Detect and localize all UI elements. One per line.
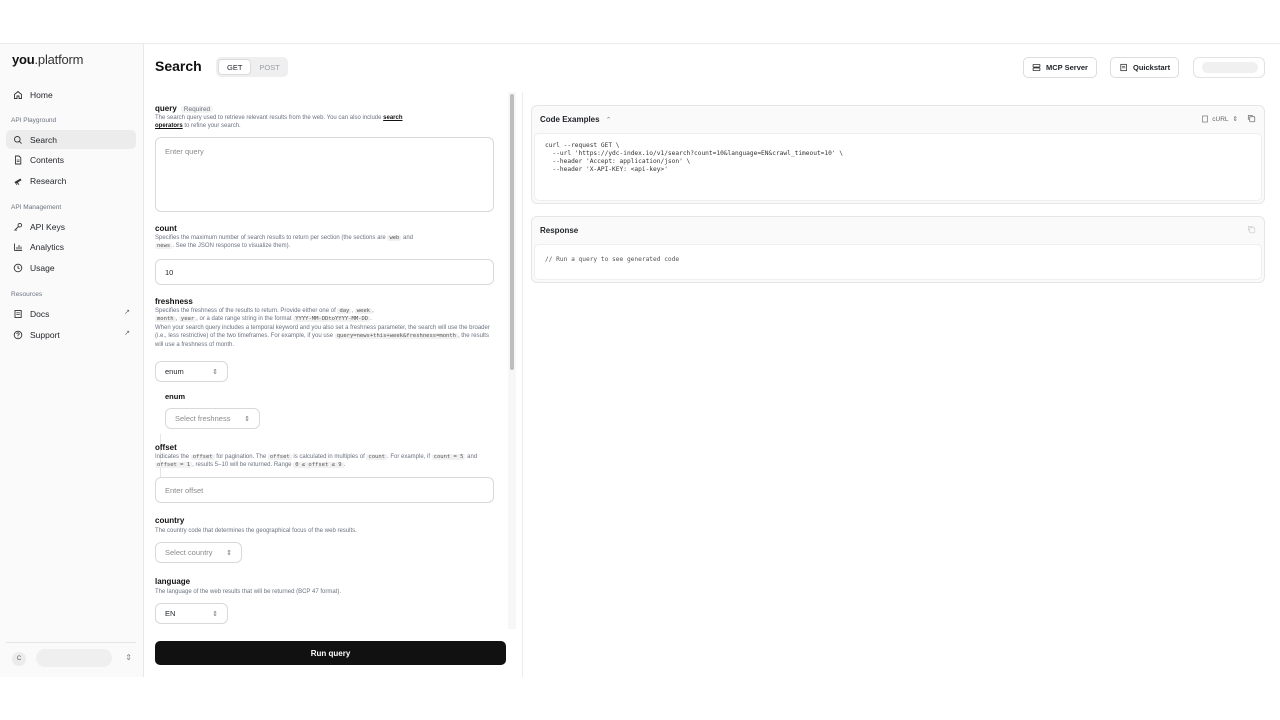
sidebar-item-research[interactable]: Research xyxy=(6,171,136,190)
clock-icon xyxy=(12,262,24,274)
sidebar-item-contents[interactable]: Contents xyxy=(6,150,136,169)
required-badge: Required xyxy=(180,106,214,113)
section-label-playground: API Playground xyxy=(11,117,57,124)
sidebar-item-home[interactable]: Home xyxy=(6,85,136,104)
freshness-description: Specifies the freshness of the results t… xyxy=(155,308,490,348)
chevron-updown-icon: ⇕ xyxy=(244,415,250,423)
sidebar-item-docs[interactable]: Docs ↗ xyxy=(6,304,136,323)
chevron-updown-icon: ⇕ xyxy=(212,610,218,618)
sidebar-item-label: Home xyxy=(30,89,53,100)
mcp-server-button[interactable]: MCP Server xyxy=(1023,57,1097,78)
country-label: country xyxy=(155,516,185,525)
freshness-type-select[interactable]: enum ⇕ xyxy=(155,361,228,382)
method-post-button[interactable]: POST xyxy=(251,59,287,75)
home-icon xyxy=(12,89,24,101)
sidebar-item-search[interactable]: Search xyxy=(6,130,136,149)
chevron-updown-icon: ⇕ xyxy=(125,653,132,662)
bar-chart-icon xyxy=(12,241,24,253)
sidebar-item-api-keys[interactable]: API Keys xyxy=(6,217,136,236)
sidebar: you.platform Home API Playground Search … xyxy=(0,44,144,677)
page-title: Search xyxy=(155,58,202,74)
sidebar-item-label: Search xyxy=(30,134,57,145)
sidebar-item-label: Support xyxy=(30,329,60,340)
document-icon xyxy=(12,154,24,166)
section-label-management: API Management xyxy=(11,204,62,211)
help-circle-icon xyxy=(12,329,24,341)
copy-icon xyxy=(1247,225,1256,236)
response-block: // Run a query to see generated code xyxy=(534,244,1262,280)
logo[interactable]: you.platform xyxy=(12,52,83,67)
country-select[interactable]: Select country ⇕ xyxy=(155,542,242,563)
offset-label: offset xyxy=(155,443,177,452)
offset-input[interactable]: Enter offset xyxy=(155,477,494,503)
main-content: Search GET POST MCP Server Quickstart qu… xyxy=(144,44,1280,677)
telescope-icon xyxy=(12,175,24,187)
sidebar-item-label: Analytics xyxy=(30,241,65,252)
search-icon xyxy=(12,134,24,146)
country-description: The country code that determines the geo… xyxy=(155,528,357,534)
enum-label: enum xyxy=(165,392,186,401)
key-icon xyxy=(12,221,24,233)
account-button-redacted[interactable] xyxy=(1193,57,1265,78)
response-panel: Response // Run a query to see generated… xyxy=(531,216,1265,283)
sidebar-item-label: API Keys xyxy=(30,221,65,232)
query-description: The search query used to retrieve releva… xyxy=(155,115,403,130)
sidebar-item-label: Contents xyxy=(30,154,65,165)
query-input[interactable]: Enter query xyxy=(155,137,494,212)
form-scrollbar[interactable] xyxy=(510,94,514,370)
response-header: Response xyxy=(540,226,579,235)
chevron-updown-icon: ⇕ xyxy=(226,549,232,557)
count-input[interactable]: 10 xyxy=(155,259,494,285)
run-query-button[interactable]: Run query xyxy=(155,641,506,665)
user-name-redacted xyxy=(36,649,112,667)
panel-divider[interactable] xyxy=(522,92,523,677)
sidebar-item-label: Usage xyxy=(30,262,55,273)
offset-description: Indicates the offset for pagination. The… xyxy=(155,454,478,469)
server-icon xyxy=(1032,63,1041,72)
chevron-up-icon[interactable]: ⌃ xyxy=(606,116,612,124)
code-language-select[interactable]: cURL ⇕ xyxy=(1201,115,1238,123)
sidebar-item-label: Research xyxy=(30,175,67,186)
external-link-icon: ↗ xyxy=(124,309,130,316)
app-window: you.platform Home API Playground Search … xyxy=(0,43,1280,677)
freshness-label: freshness xyxy=(155,297,193,306)
avatar: C xyxy=(12,652,26,666)
file-code-icon xyxy=(1202,115,1209,123)
book-icon xyxy=(12,308,24,320)
method-toggle: GET POST xyxy=(216,57,288,77)
chevron-updown-icon: ⇕ xyxy=(212,368,218,376)
search-operators-link[interactable]: search xyxy=(383,115,402,121)
query-label: query Required xyxy=(155,104,214,113)
count-label: count xyxy=(155,224,177,233)
sidebar-item-analytics[interactable]: Analytics xyxy=(6,237,136,256)
code-example-block: curl --request GET \ --url 'https://ydc-… xyxy=(534,133,1262,201)
method-get-button[interactable]: GET xyxy=(218,59,252,75)
language-label: language xyxy=(155,577,191,586)
book-icon xyxy=(1119,63,1128,72)
copy-icon[interactable] xyxy=(1247,114,1256,125)
code-examples-panel: Code Examples ⌃ cURL ⇕ curl --request GET … xyxy=(531,105,1265,204)
quickstart-button[interactable]: Quickstart xyxy=(1110,57,1180,78)
sidebar-item-support[interactable]: Support ↗ xyxy=(6,325,136,344)
sidebar-item-label: Docs xyxy=(30,308,50,319)
language-select[interactable]: EN ⇕ xyxy=(155,603,228,624)
user-menu[interactable]: C ⇕ xyxy=(6,642,136,670)
code-examples-header[interactable]: Code Examples ⌃ xyxy=(532,106,1264,133)
count-description: Specifies the maximum number of search r… xyxy=(155,235,414,250)
search-operators-link-2[interactable]: operators xyxy=(155,123,183,129)
parameters-form: query Required The search query used to r… xyxy=(144,92,516,629)
external-link-icon: ↗ xyxy=(124,330,130,337)
sidebar-item-usage[interactable]: Usage xyxy=(6,258,136,277)
language-description: The language of the web results that wil… xyxy=(155,589,341,595)
section-label-resources: Resources xyxy=(11,291,43,298)
freshness-select[interactable]: Select freshness ⇕ xyxy=(165,408,260,429)
